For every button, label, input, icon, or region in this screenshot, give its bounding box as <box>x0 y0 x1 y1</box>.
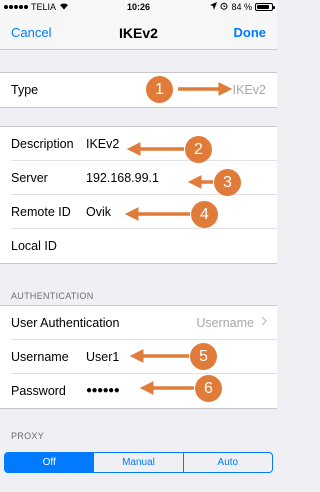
type-label: Type <box>11 83 39 97</box>
remote-id-label: Remote ID <box>11 205 71 219</box>
description-row[interactable]: Description IKEv2 <box>0 127 277 161</box>
type-value: IKEv2 <box>232 83 266 97</box>
type-group: Type IKEv2 <box>0 72 277 108</box>
username-row[interactable]: Username User1 <box>0 340 277 374</box>
user-authentication-label: User Authentication <box>11 316 120 330</box>
annotation-badge-1: 1 <box>146 76 173 103</box>
description-label: Description <box>11 137 74 151</box>
annotation-badge-6: 6 <box>195 375 222 402</box>
user-authentication-value: Username <box>196 316 254 330</box>
status-bar: TELIA 10:26 84 % <box>0 0 277 14</box>
chevron-right-icon <box>261 315 267 329</box>
status-right: 84 % <box>210 2 275 12</box>
server-field[interactable]: 192.168.99.1 <box>86 171 159 185</box>
remote-id-field[interactable]: Ovik <box>86 205 111 219</box>
done-button[interactable]: Done <box>234 25 267 40</box>
local-id-label: Local ID <box>11 239 57 253</box>
password-field[interactable]: ●●●●●● <box>86 385 120 396</box>
description-field[interactable]: IKEv2 <box>86 137 119 151</box>
authentication-group: User Authentication Username Username Us… <box>0 305 277 409</box>
battery-icon <box>255 3 275 11</box>
annotation-badge-3: 3 <box>214 169 241 196</box>
annotation-badge-5: 5 <box>190 343 217 370</box>
connection-group: Description IKEv2 Server 192.168.99.1 Re… <box>0 126 277 264</box>
password-row[interactable]: Password ●●●●●● <box>0 374 277 408</box>
proxy-header: PROXY <box>11 431 45 441</box>
proxy-option-manual[interactable]: Manual <box>93 453 182 472</box>
proxy-option-auto[interactable]: Auto <box>182 453 272 472</box>
authentication-header: AUTHENTICATION <box>11 291 94 301</box>
remote-id-row[interactable]: Remote ID Ovik <box>0 195 277 229</box>
alarm-icon <box>220 2 228 12</box>
location-icon <box>210 2 218 12</box>
navigation-bar: Cancel IKEv2 Done <box>0 14 277 50</box>
type-row[interactable]: Type IKEv2 <box>0 73 277 107</box>
proxy-segmented-control: Off Manual Auto <box>4 452 273 473</box>
username-field[interactable]: User1 <box>86 350 119 364</box>
annotation-badge-4: 4 <box>191 201 218 228</box>
battery-percent: 84 % <box>231 2 252 12</box>
annotation-badge-2: 2 <box>185 136 212 163</box>
battery-fill <box>257 5 269 9</box>
proxy-option-off[interactable]: Off <box>5 453 94 472</box>
user-authentication-row[interactable]: User Authentication Username <box>0 306 277 340</box>
local-id-row[interactable]: Local ID <box>0 229 277 263</box>
password-label: Password <box>11 384 66 398</box>
server-label: Server <box>11 171 48 185</box>
username-label: Username <box>11 350 69 364</box>
